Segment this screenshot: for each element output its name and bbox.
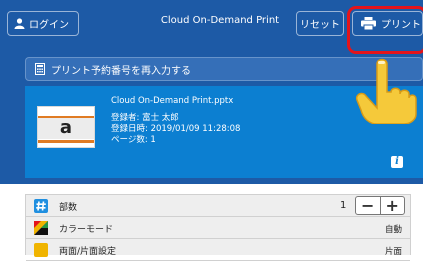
thumbnail-letter: a — [38, 118, 94, 139]
color-mode-value: 自動 — [384, 225, 402, 235]
app-title: Cloud On-Demand Print — [160, 15, 280, 26]
document-registered-at: 登録日時: 2019/01/09 11:28:08 — [111, 124, 241, 134]
copies-label: 部数 — [59, 203, 78, 213]
color-mode-icon — [34, 221, 48, 235]
increment-button[interactable]: + — [381, 197, 405, 214]
print-button-highlight — [347, 6, 423, 54]
setting-row-color-mode[interactable]: カラーモード 自動 — [26, 217, 410, 239]
setting-row-duplex[interactable]: 両面/片面設定 片面 — [26, 239, 410, 261]
copies-value: 1 — [340, 200, 347, 211]
login-button[interactable]: ログイン — [7, 11, 79, 36]
document-info: Cloud On-Demand Print.pptx 登録者: 富士 太郎 登録… — [111, 96, 240, 146]
info-icon[interactable]: i — [391, 156, 403, 168]
reset-button[interactable]: リセット — [296, 11, 344, 36]
document-filename: Cloud On-Demand Print.pptx — [111, 96, 234, 106]
pointing-hand-icon — [355, 58, 417, 124]
document-thumbnail: a — [37, 106, 95, 148]
color-mode-label: カラーモード — [59, 225, 114, 235]
hash-icon — [34, 199, 48, 213]
document-registrant: 登録者: 富士 太郎 — [111, 113, 179, 123]
settings-list: 部数 1 − + カラーモード 自動 両面/片面設定 片面 — [25, 194, 411, 261]
document-pages: ページ数: 1 — [111, 135, 156, 145]
reenter-label: プリント予約番号を再入力する — [51, 65, 191, 77]
decrement-button[interactable]: − — [356, 197, 380, 214]
reset-label: リセット — [300, 20, 340, 31]
login-label: ログイン — [29, 20, 69, 31]
setting-row-copies: 部数 1 − + — [26, 195, 410, 217]
copies-stepper[interactable]: − + — [355, 196, 405, 215]
duplex-value: 片面 — [384, 247, 402, 257]
keypad-icon — [35, 63, 45, 75]
duplex-label: 両面/片面設定 — [59, 247, 117, 257]
user-icon — [14, 18, 25, 29]
